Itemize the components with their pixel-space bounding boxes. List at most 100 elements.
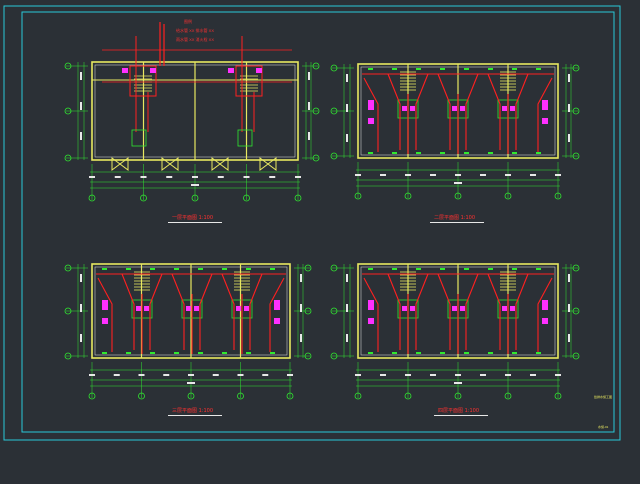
dimension-text <box>89 176 95 178</box>
room-tag <box>150 268 155 270</box>
room-tag <box>464 152 469 154</box>
dimension-text <box>405 174 411 176</box>
room-tag <box>174 268 179 270</box>
dimension-text <box>346 134 348 142</box>
cad-drawing-canvas[interactable]: 一层平面图 1:100 二层平面图 1:100 三层平面图 1:100 四层平面… <box>0 0 640 480</box>
sanitary-fixture <box>402 106 407 111</box>
dimension-text <box>480 374 486 376</box>
dimension-text <box>217 176 224 178</box>
dimension-text <box>380 374 386 376</box>
room-tag <box>174 352 179 354</box>
room-tag <box>488 152 493 154</box>
sanitary-fixture <box>402 306 407 311</box>
sanitary-fixture <box>510 106 515 111</box>
sanitary-fixture <box>256 68 262 73</box>
dimension-text <box>287 374 293 376</box>
room-tag <box>536 152 541 154</box>
room-tag <box>126 352 131 354</box>
water-pipe <box>97 277 113 352</box>
sanitary-fixture <box>410 306 415 311</box>
dimension-text <box>555 174 561 176</box>
floor-plan-2 <box>330 63 580 200</box>
dimension-text <box>89 374 95 376</box>
dimension-text <box>455 174 461 176</box>
room-tag <box>102 268 107 270</box>
room-tag <box>246 352 251 354</box>
dimension-text <box>212 374 219 376</box>
dimension-text <box>113 374 120 376</box>
room-tag <box>464 68 469 70</box>
room-tag <box>536 268 541 270</box>
sanitary-fixture <box>236 306 241 311</box>
sanitary-fixture <box>542 100 548 110</box>
room-tag <box>488 68 493 70</box>
plan-title-1: 一层平面图 1:100 <box>172 215 213 221</box>
dimension-text <box>262 374 269 376</box>
dimension-text <box>80 72 82 80</box>
dimension-text <box>140 176 147 178</box>
dimension-text <box>114 176 121 178</box>
dimension-text <box>269 176 276 178</box>
dimension-text <box>346 334 348 342</box>
sanitary-fixture <box>244 306 249 311</box>
room-tag <box>440 352 445 354</box>
sanitary-fixture <box>368 300 374 310</box>
dimension-text <box>308 72 310 80</box>
room-tag <box>222 268 227 270</box>
sanitary-fixture <box>144 306 149 311</box>
plan-title-2: 二层平面图 1:100 <box>434 215 475 221</box>
sanitary-fixture <box>368 318 374 324</box>
dimension-text <box>308 132 310 140</box>
room-tag <box>416 68 421 70</box>
fixture-box <box>237 129 253 147</box>
room-tag <box>536 352 541 354</box>
sanitary-fixture <box>136 306 141 311</box>
dimension-text <box>454 382 462 384</box>
dimension-text <box>568 104 570 112</box>
room-tag <box>246 268 251 270</box>
sanitary-fixture <box>542 300 548 310</box>
plan-title-3: 三层平面图 1:100 <box>172 408 213 414</box>
room-tag <box>222 352 227 354</box>
dimension-text <box>355 174 361 176</box>
room-tag <box>150 352 155 354</box>
room-tag <box>416 268 421 270</box>
dimension-text <box>163 374 170 376</box>
room-tag <box>392 352 397 354</box>
dimension-text <box>80 334 82 342</box>
dimension-text <box>380 174 386 176</box>
dimension-text <box>346 104 348 112</box>
water-pipe <box>363 277 379 352</box>
dimension-text <box>300 334 302 342</box>
dimension-text <box>568 74 570 82</box>
room-tag <box>488 268 493 270</box>
plan-title-4: 四层平面图 1:100 <box>438 408 479 414</box>
dimension-text <box>138 374 145 376</box>
sanitary-fixture <box>510 306 515 311</box>
dimension-text <box>187 382 195 384</box>
dimension-text <box>555 374 561 376</box>
dimension-text <box>192 176 198 178</box>
sanitary-fixture <box>274 300 280 310</box>
sanitary-fixture <box>122 68 128 73</box>
room-tag <box>416 352 421 354</box>
dimension-text <box>405 374 411 376</box>
dimension-text <box>346 274 348 282</box>
dimension-text <box>480 174 486 176</box>
room-tag <box>368 152 373 154</box>
floor-plan-1 <box>64 22 320 202</box>
dimension-text <box>346 304 348 312</box>
sanitary-fixture <box>150 68 156 73</box>
sanitary-fixture <box>502 106 507 111</box>
room-tag <box>512 68 517 70</box>
sanitary-fixture <box>460 106 465 111</box>
sanitary-fixture <box>102 300 108 310</box>
room-tag <box>512 152 517 154</box>
room-tag <box>102 352 107 354</box>
dimension-text <box>530 174 536 176</box>
title-underline-2 <box>430 222 484 223</box>
room-tag <box>416 152 421 154</box>
dimension-text <box>243 176 250 178</box>
drawing-sheet[interactable] <box>0 0 640 480</box>
plans-layer <box>64 22 580 400</box>
